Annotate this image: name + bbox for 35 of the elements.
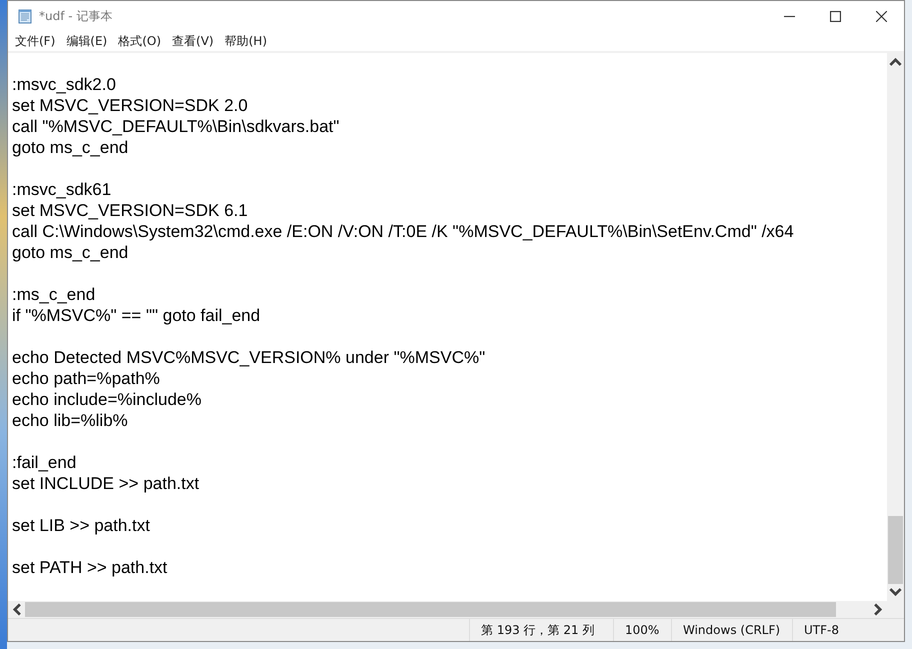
code-line: echo lib=%lib% <box>12 410 129 431</box>
code-line: set LIB >> path.txt <box>12 515 151 536</box>
notepad-icon <box>17 8 33 24</box>
line-ending: Windows (CRLF) <box>671 619 792 641</box>
code-line: call C:\Windows\System32\cmd.exe /E:ON /V:ON /T:0E /K "%MSVC_DEFAULT%\Bin\SetEnv.Cmd" /x64 <box>12 221 795 242</box>
scroll-thumb[interactable] <box>25 602 836 617</box>
window-title: *udf - 记事本 <box>39 8 112 24</box>
code-line: :fail_end <box>12 452 78 473</box>
cursor-position: 第 193 行，第 21 列 <box>469 619 613 641</box>
code-line: echo include=%include% <box>12 389 202 410</box>
code-line: echo path=%path% <box>12 368 161 389</box>
maximize-icon <box>830 10 840 22</box>
vertical-scrollbar[interactable] <box>887 53 904 601</box>
code-line: call "%MSVC_DEFAULT%\Bin\sdkvars.bat" <box>12 116 340 137</box>
code-line: set MSVC_VERSION=SDK 6.1 <box>12 200 249 221</box>
code-line: :msvc_sdk2.0 <box>12 74 117 95</box>
zoom-level: 100% <box>613 619 671 641</box>
scroll-thumb[interactable] <box>888 516 903 584</box>
code-line: set PATH >> path.txt <box>12 557 168 578</box>
menu-item[interactable]: 格式(O) <box>118 31 168 51</box>
menu-item[interactable]: 帮助(H) <box>224 31 273 51</box>
code-line: set MSVC_VERSION=SDK 2.0 <box>12 95 249 116</box>
code-line: goto ms_c_end <box>12 242 130 263</box>
code-line: goto ms_c_end <box>12 137 130 158</box>
close-icon <box>876 10 886 22</box>
horizontal-scrollbar[interactable] <box>8 601 887 618</box>
encoding: UTF-8 <box>792 619 904 641</box>
menu-item[interactable]: 文件(F) <box>15 31 62 51</box>
code-line: set INCLUDE >> path.txt <box>12 473 200 494</box>
menu-item[interactable]: 查看(V) <box>172 31 220 51</box>
menu-item[interactable]: 编辑(E) <box>66 31 114 51</box>
code-line: :msvc_sdk61 <box>12 179 112 200</box>
code-line: :ms_c_end <box>12 284 96 305</box>
code-line: echo Detected MSVC%MSVC_VERSION% under "%MSVC%" <box>12 347 486 368</box>
code-line: if "%MSVC%" == "" goto fail_end <box>12 305 262 326</box>
